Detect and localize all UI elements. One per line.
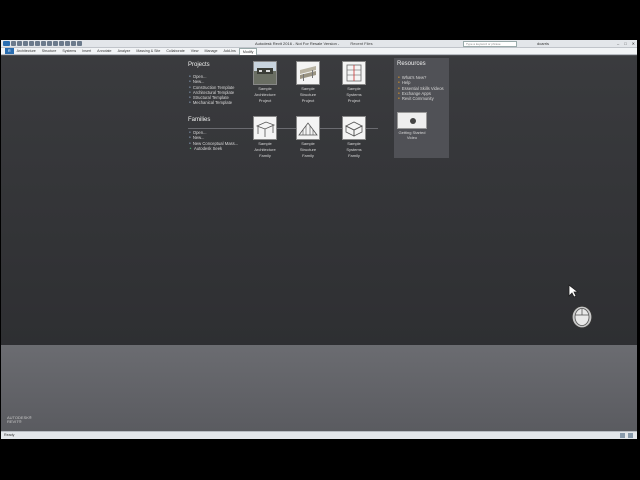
sample-systems-project[interactable]: Sample Systems Project bbox=[341, 61, 367, 103]
thumb-caption-line-2: Structure bbox=[299, 92, 317, 97]
measure-icon[interactable] bbox=[41, 41, 46, 46]
thumb-caption-line-1: Sample bbox=[347, 141, 361, 146]
title-bar: Autodesk Revit 2016 - Not For Resale Ver… bbox=[1, 40, 637, 48]
sample-structure-project[interactable]: Sample Structure Project bbox=[295, 61, 321, 103]
print-icon[interactable] bbox=[35, 41, 40, 46]
tab-file[interactable]: R bbox=[5, 48, 14, 54]
families-links: Open... New... New Conceptual Mass... Au… bbox=[189, 130, 238, 151]
thin-lines-icon[interactable] bbox=[65, 41, 70, 46]
resources-links: What's New? Help Essential Skills Videos… bbox=[398, 75, 444, 101]
families-heading: Families bbox=[188, 117, 211, 123]
status-text: Ready bbox=[4, 433, 15, 437]
tab-modify[interactable]: Modify bbox=[238, 47, 258, 55]
resources-heading: Resources bbox=[397, 61, 426, 67]
structure-family-thumbnail-icon bbox=[296, 116, 320, 140]
status-icons bbox=[620, 433, 633, 438]
systems-family-thumbnail-icon bbox=[342, 116, 366, 140]
tab-analyze[interactable]: Analyze bbox=[115, 48, 134, 54]
systems-project-thumbnail-icon bbox=[342, 61, 366, 85]
thumb-caption-line-2: Systems bbox=[346, 147, 362, 152]
close-hidden-icon[interactable] bbox=[71, 41, 76, 46]
projects-links: Open... New... Construction Template Arc… bbox=[189, 74, 235, 106]
thumb-caption-line-2: Structure bbox=[299, 147, 317, 152]
sample-architecture-project[interactable]: Sample Architecture Project bbox=[252, 61, 278, 103]
mechanical-template-link[interactable]: Mechanical Template bbox=[189, 100, 234, 105]
worksets-icon[interactable] bbox=[620, 433, 625, 438]
thumb-caption-line-1: Sample bbox=[347, 86, 361, 91]
video-caption-line-2: Video bbox=[406, 135, 418, 140]
sample-systems-family[interactable]: Sample Systems Family bbox=[341, 116, 367, 158]
text-icon[interactable] bbox=[47, 41, 52, 46]
architecture-project-thumbnail-icon bbox=[253, 61, 277, 85]
quick-access-toolbar bbox=[3, 41, 82, 47]
tab-massing-site[interactable]: Massing & Site bbox=[133, 48, 163, 54]
3d-view-icon[interactable] bbox=[53, 41, 58, 46]
thumb-caption-line-1: Sample bbox=[258, 86, 272, 91]
document-title: Recent Files bbox=[350, 41, 373, 46]
ribbon-tab-bar: R Architecture Structure Systems Insert … bbox=[1, 47, 637, 55]
save-icon[interactable] bbox=[17, 41, 22, 46]
revit-community-link[interactable]: Revit Community bbox=[398, 96, 444, 101]
tab-collaborate[interactable]: Collaborate bbox=[163, 48, 187, 54]
resources-panel: Resources What's New? Help Essential Ski… bbox=[394, 58, 449, 158]
minimize-button[interactable]: – bbox=[617, 41, 619, 46]
tab-add-ins[interactable]: Add-Ins bbox=[220, 48, 238, 54]
thumb-caption-line-2: Architecture bbox=[254, 147, 276, 152]
autodesk-seek-link[interactable]: Autodesk Seek bbox=[189, 146, 238, 151]
window-controls: – □ ✕ bbox=[617, 41, 635, 46]
getting-started-video-caption: Getting Started Video bbox=[396, 130, 428, 140]
thumb-caption-line-3: Project bbox=[258, 98, 272, 103]
status-bar: Ready bbox=[1, 431, 637, 439]
sample-architecture-family[interactable]: Sample Architecture Family bbox=[252, 116, 278, 158]
tab-systems[interactable]: Systems bbox=[59, 48, 79, 54]
window-title: Autodesk Revit 2016 - Not For Resale Ver… bbox=[255, 41, 373, 46]
branding-line-2: REVIT® bbox=[7, 419, 22, 424]
redo-icon[interactable] bbox=[29, 41, 34, 46]
tab-annotate[interactable]: Annotate bbox=[94, 48, 114, 54]
lower-background bbox=[1, 345, 637, 431]
tab-architecture[interactable]: Architecture bbox=[14, 48, 39, 54]
recent-files-page: Projects Open... New... Construction Tem… bbox=[1, 56, 637, 345]
thumb-caption-line-3: Project bbox=[301, 98, 315, 103]
thumb-caption-line-1: Sample bbox=[301, 141, 315, 146]
thumb-caption-line-2: Architecture bbox=[254, 92, 276, 97]
section-icon[interactable] bbox=[59, 41, 64, 46]
thumb-caption-line-3: Family bbox=[302, 153, 314, 158]
mouse-pointer-icon bbox=[568, 284, 580, 298]
undo-icon[interactable] bbox=[23, 41, 28, 46]
app-title: Autodesk Revit 2016 - Not For Resale Ver… bbox=[255, 41, 340, 46]
thumb-caption-line-3: Family bbox=[259, 153, 271, 158]
revit-logo-icon[interactable] bbox=[3, 41, 10, 46]
projects-heading: Projects bbox=[188, 62, 210, 68]
tab-manage[interactable]: Manage bbox=[201, 48, 220, 54]
mouse-click-icon bbox=[571, 305, 593, 329]
tab-structure[interactable]: Structure bbox=[39, 48, 60, 54]
user-sign-in[interactable]: dcarris bbox=[537, 41, 549, 46]
autodesk-revit-logo: AUTODESK® REVIT® bbox=[7, 416, 32, 424]
maximize-button[interactable]: □ bbox=[624, 41, 626, 46]
architecture-family-thumbnail-icon bbox=[253, 116, 277, 140]
close-button[interactable]: ✕ bbox=[632, 41, 635, 46]
thumb-caption-line-1: Sample bbox=[301, 86, 315, 91]
search-input[interactable]: Type a keyword or phrase bbox=[463, 41, 517, 47]
switch-windows-icon[interactable] bbox=[77, 41, 82, 46]
thumb-caption-line-2: Systems bbox=[346, 92, 362, 97]
tab-view[interactable]: View bbox=[188, 48, 202, 54]
sample-structure-family[interactable]: Sample Structure Family bbox=[295, 116, 321, 158]
tab-insert[interactable]: Insert bbox=[79, 48, 94, 54]
thumb-caption-line-3: Project bbox=[347, 98, 361, 103]
structure-project-thumbnail-icon bbox=[296, 61, 320, 85]
revit-window: Autodesk Revit 2016 - Not For Resale Ver… bbox=[1, 40, 637, 439]
filter-icon[interactable] bbox=[628, 433, 633, 438]
open-icon[interactable] bbox=[11, 41, 16, 46]
thumb-caption-line-1: Sample bbox=[258, 141, 272, 146]
play-icon bbox=[410, 118, 416, 124]
getting-started-video[interactable] bbox=[397, 112, 427, 129]
thumb-caption-line-3: Family bbox=[348, 153, 360, 158]
